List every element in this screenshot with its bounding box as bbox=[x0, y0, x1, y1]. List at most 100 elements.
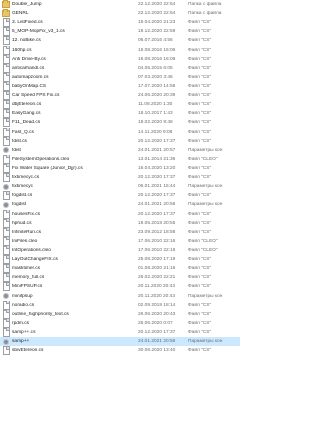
list-item[interactable]: fdist.cs 20.12.2020 17:37 Файл "CS" bbox=[0, 136, 240, 146]
file-icon bbox=[2, 72, 10, 82]
list-item[interactable]: Anti Drive-By.cs 16.08.2016 16:06 Файл "CS… bbox=[0, 54, 240, 64]
file-date: 18.12.2020 22:59 bbox=[138, 29, 176, 35]
folder-icon bbox=[2, 0, 10, 9]
file-date: 16.08.2016 16:06 bbox=[138, 56, 176, 62]
list-item[interactable]: rpdm.cs 26.06.2020 0:07 Файл "CS" bbox=[0, 318, 240, 328]
list-item[interactable]: 5_MOP-MopFix_v3_1.cs 18.12.2020 22:59 Файл… bbox=[0, 27, 240, 37]
file-type: Файл "CS" bbox=[188, 74, 212, 80]
list-item[interactable]: fogdist 24.01.2021 20:56 Параметры кон bbox=[0, 200, 240, 209]
list-item[interactable]: noradio.cs 02.09.2018 18:14 Файл "CS" bbox=[0, 300, 240, 310]
file-icon bbox=[2, 27, 10, 37]
file-name: 160hp.cs bbox=[12, 47, 32, 53]
file-name: anticarhandl.cs bbox=[12, 65, 45, 71]
file-date: 17.06.2010 22:16 bbox=[138, 238, 176, 244]
list-item[interactable]: Car Speed FPS Fix.cs 24.06.2020 20:39 Файл… bbox=[0, 91, 240, 101]
file-icon bbox=[2, 63, 10, 73]
list-item[interactable]: fixtimecyc 06.01.2021 15:44 Параметры кон bbox=[0, 182, 240, 191]
file-date: 13.01.2014 21:36 bbox=[138, 156, 176, 162]
file-type: Файл "CS" bbox=[188, 84, 212, 90]
file-type: Файл "CS" bbox=[188, 166, 212, 172]
list-item[interactable]: anticarhandl.cs 04.05.2015 6:05 Файл "CS" bbox=[0, 63, 240, 73]
file-type: Параметры кон bbox=[188, 293, 223, 299]
file-date: 11.08.2020 1:30 bbox=[138, 102, 173, 108]
file-name: IniFiles.cleo bbox=[12, 238, 38, 244]
list-item[interactable]: fixtimecyc.cs 20.12.2020 17:37 Файл "CS" bbox=[0, 173, 240, 183]
list-item[interactable]: 160hp.cs 16.08.2016 16:06 Файл "CS" bbox=[0, 45, 240, 55]
file-name: rpdm.cs bbox=[12, 320, 30, 326]
file-type: Файл "CS" bbox=[188, 111, 212, 117]
file-date: 07.03.2020 3:46 bbox=[138, 74, 173, 80]
file-icon bbox=[2, 318, 10, 328]
list-item[interactable]: GENRL 22.12.2020 22:54 Папка с файла bbox=[0, 9, 240, 18]
file-name: masktimer.cs bbox=[12, 266, 40, 272]
gear-icon bbox=[2, 293, 10, 300]
file-name: noradio.cs bbox=[12, 302, 35, 308]
file-name: fdist bbox=[12, 147, 21, 153]
list-item[interactable]: IntOperations.cleo 17.06.2010 22:16 Файл "… bbox=[0, 246, 240, 255]
file-date: 22.12.2020 22:54 bbox=[138, 2, 176, 8]
list-item[interactable]: dbjEtereon.cs 11.08.2020 1:30 Файл "CS" bbox=[0, 100, 240, 110]
file-name: Double_Jump bbox=[12, 2, 42, 8]
file-type: Файл "CS" bbox=[188, 311, 212, 317]
list-item[interactable]: masktimer.cs 01.08.2020 21:16 Файл "CS" bbox=[0, 264, 240, 274]
file-date: 24.01.2021 20:56 bbox=[138, 339, 176, 345]
file-name: samp++ bbox=[12, 339, 30, 345]
file-date: 18.05.2018 20:55 bbox=[138, 220, 176, 226]
file-date: 14.11.2020 9:08 bbox=[138, 129, 173, 135]
file-name: hphud.cs bbox=[12, 220, 32, 226]
file-icon bbox=[2, 346, 10, 356]
file-type: Файл "CS" bbox=[188, 329, 212, 335]
file-date: 20.12.2020 17:37 bbox=[138, 175, 176, 181]
list-item[interactable]: InfiniteRun.cs 23.09.2012 18:58 Файл "CS" bbox=[0, 227, 240, 237]
list-item[interactable]: Fix Water Square (Junior_Djjr).cs 16.04.2… bbox=[0, 164, 240, 174]
list-item[interactable]: fogdist.cs 20.12.2020 17:37 Файл "CS" bbox=[0, 191, 240, 201]
file-type: Файл "CS" bbox=[188, 175, 212, 181]
file-icon bbox=[2, 264, 10, 274]
file-date: 16.08.2016 16:06 bbox=[138, 47, 176, 53]
list-item[interactable]: 12. noBike.cs 06.07.2016 4:56 Файл "CS" bbox=[0, 36, 240, 46]
list-item[interactable]: samp++.cs 20.12.2020 17:37 Файл "CS" bbox=[0, 327, 240, 337]
folder-icon bbox=[2, 9, 10, 18]
list-item[interactable]: memory_full.cs 26.02.2020 22:21 Файл "CS" bbox=[0, 273, 240, 283]
file-date: 06.07.2016 4:56 bbox=[138, 38, 173, 44]
file-icon bbox=[2, 282, 10, 292]
file-name: fdist.cs bbox=[12, 138, 27, 144]
file-icon bbox=[2, 300, 10, 310]
file-name: automapzoom.cs bbox=[12, 74, 49, 80]
list-item[interactable]: MiniFPSUP.cs 20.11.2020 20:43 Файл "CS" bbox=[0, 282, 240, 292]
list-item[interactable]: 3. ListFixed.cs 16.04.2020 21:23 Файл "CS" bbox=[0, 18, 240, 28]
list-item[interactable]: EasyGang.cs 18.10.2017 1:43 Файл "CS" bbox=[0, 109, 240, 119]
file-name: fixtimecyc.cs bbox=[12, 175, 40, 181]
list-item[interactable]: babyOnMap.CS 17.07.2020 14:56 Файл "CS" bbox=[0, 82, 240, 92]
list-item[interactable]: LayOutChangeFIX.cs 25.08.2020 17:19 Файл "… bbox=[0, 255, 240, 265]
file-date: 30.08.2020 13:40 bbox=[138, 348, 176, 354]
list-item[interactable]: automapzoom.cs 07.03.2020 3:46 Файл "CS" bbox=[0, 72, 240, 82]
file-icon bbox=[2, 191, 10, 201]
list-item[interactable]: FileSystemOperations.cleo 13.01.2014 21:3… bbox=[0, 154, 240, 164]
list-item[interactable]: hphud.cs 18.05.2018 20:55 Файл "CS" bbox=[0, 218, 240, 228]
list-item[interactable]: fdist 24.01.2021 20:57 Параметры кон bbox=[0, 146, 240, 155]
list-item[interactable]: samp++ 24.01.2021 20:56 Параметры кон bbox=[0, 337, 240, 347]
file-type: Файл "CS" bbox=[188, 266, 212, 272]
list-item[interactable]: F11_Dead.cs 19.02.2020 9:48 Файл "CS" bbox=[0, 118, 240, 128]
file-name: samp++.cs bbox=[12, 329, 36, 335]
file-date: 17.06.2010 22:16 bbox=[138, 248, 176, 253]
file-name: 12. noBike.cs bbox=[12, 38, 41, 44]
file-type: Файл "CS" bbox=[188, 120, 212, 126]
file-name: housesFix.cs bbox=[12, 211, 40, 217]
file-type: Файл "CS" bbox=[188, 284, 212, 290]
file-name: sbivEtereon.cs bbox=[12, 348, 44, 354]
list-item[interactable]: IniFiles.cleo 17.06.2010 22:16 Файл "CLEO" bbox=[0, 236, 240, 246]
file-name: GENRL bbox=[12, 11, 29, 17]
list-item[interactable]: Fast_Q.cs 14.11.2020 9:08 Файл "CS" bbox=[0, 127, 240, 137]
list-item[interactable]: Double_Jump 22.12.2020 22:54 Папка с файла bbox=[0, 0, 240, 9]
file-type: Файл "CS" bbox=[188, 20, 212, 26]
file-type: Параметры кон bbox=[188, 147, 223, 153]
list-item[interactable]: outline_highpriority_text.cs 26.06.2020 2… bbox=[0, 309, 240, 319]
file-type: Файл "CS" bbox=[188, 93, 212, 99]
list-item[interactable]: minifpsup 20.11.2020 20:43 Параметры кон bbox=[0, 292, 240, 301]
file-icon bbox=[2, 227, 10, 237]
file-icon bbox=[2, 236, 10, 246]
list-item[interactable]: sbivEtereon.cs 30.08.2020 13:40 Файл "CS" bbox=[0, 346, 240, 356]
list-item[interactable]: housesFix.cs 20.12.2020 17:37 Файл "CS" bbox=[0, 209, 240, 219]
